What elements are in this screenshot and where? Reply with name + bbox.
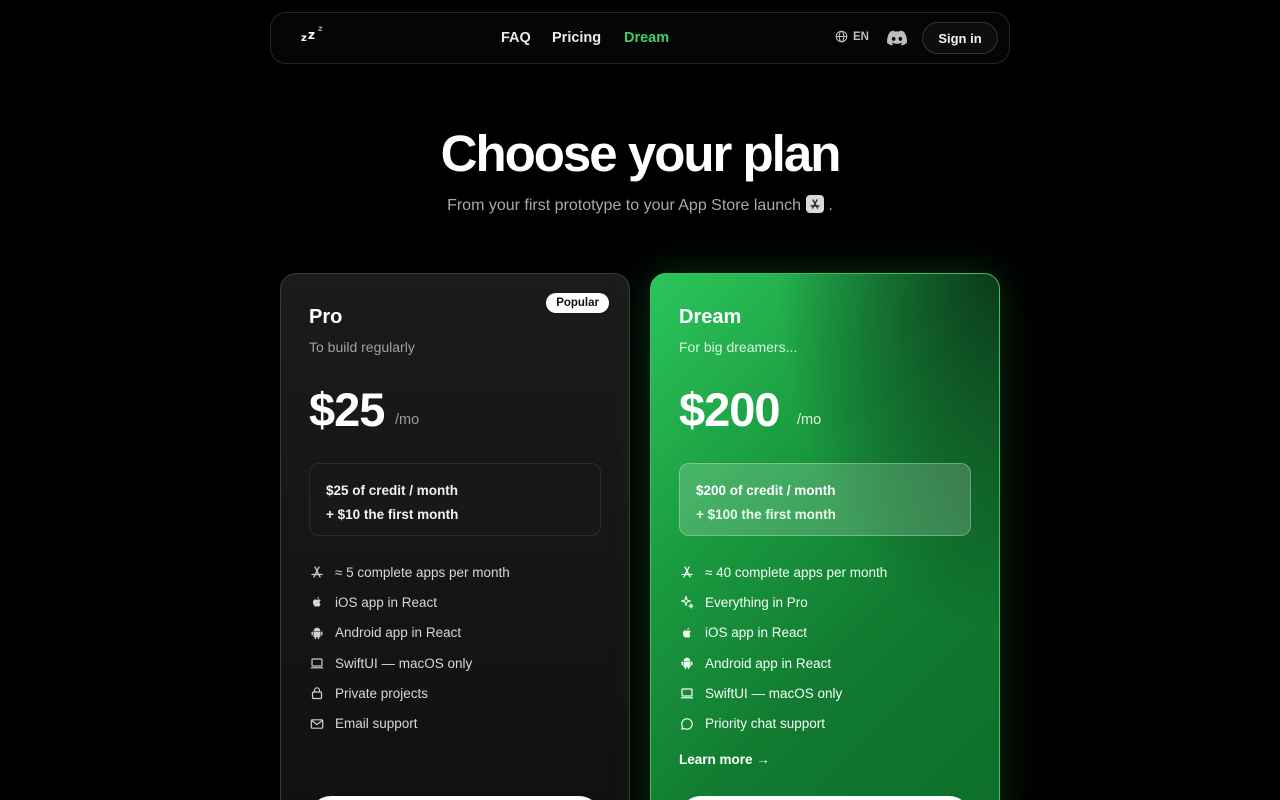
plan-card-dream: Dream For big dreamers... $200 /mo $200 … <box>650 273 1000 800</box>
credit-line-1: $25 of credit / month <box>326 483 459 498</box>
feature-text: Android app in React <box>335 625 462 641</box>
feature-list: ≈ 40 complete apps per month Everything … <box>679 557 887 739</box>
subtitle-end: . <box>828 197 833 214</box>
feature-list: ≈ 5 complete apps per month iOS app in R… <box>309 557 510 739</box>
plan-price: $200 <box>679 383 781 436</box>
dream-cta-button[interactable] <box>679 796 971 800</box>
feature-text: Android app in React <box>705 655 832 671</box>
pro-cta-button[interactable] <box>309 796 601 800</box>
feature-item: Android app in React <box>309 618 510 648</box>
popular-badge: Popular <box>546 293 609 313</box>
zzz-logo-icon[interactable]: zzz <box>299 25 329 47</box>
pricing-page: zzz FAQ Pricing Dream EN Sign in Choose … <box>0 0 1280 800</box>
plan-name: Dream <box>679 306 742 328</box>
feature-item: Everything in Pro <box>679 587 887 617</box>
feature-item: SwiftUI — macOS only <box>309 648 510 678</box>
feature-item: ≈ 40 complete apps per month <box>679 557 887 587</box>
credit-line-1: $200 of credit / month <box>696 483 836 498</box>
plan-price: $25 <box>309 383 385 436</box>
android-icon <box>679 655 695 671</box>
feature-text: ≈ 5 complete apps per month <box>335 564 510 580</box>
page-subtitle: From your first prototype to your App St… <box>0 195 1280 215</box>
page-title: Choose your plan <box>440 125 842 182</box>
laptop-icon <box>679 685 695 701</box>
feature-text: Private projects <box>335 685 429 701</box>
credit-line-2: + $100 the first month <box>696 507 836 522</box>
plan-tagline: For big dreamers... <box>679 339 798 355</box>
learn-more-link[interactable]: Learn more → <box>679 752 770 767</box>
sign-in-button[interactable]: Sign in <box>922 22 998 54</box>
nav-link-dream[interactable]: Dream <box>624 30 669 46</box>
lock-icon <box>309 685 325 701</box>
android-icon <box>309 625 325 641</box>
chat-icon <box>679 716 695 732</box>
top-navbar: zzz FAQ Pricing Dream EN Sign in <box>270 12 1010 64</box>
feature-text: iOS app in React <box>335 594 438 610</box>
nav-link-faq[interactable]: FAQ <box>501 30 531 46</box>
price-period: /mo <box>395 412 420 428</box>
price-period: /mo <box>797 412 822 428</box>
plan-tagline: To build regularly <box>309 339 415 355</box>
feature-text: Priority chat support <box>705 716 826 732</box>
apple-icon <box>309 594 325 610</box>
plan-name: Pro <box>309 306 343 328</box>
app-store-icon <box>309 564 325 580</box>
feature-item: Private projects <box>309 678 510 708</box>
language-label: EN <box>853 30 869 43</box>
feature-item: iOS app in React <box>309 587 510 617</box>
feature-text: SwiftUI — macOS only <box>705 685 843 701</box>
plan-card-pro: Popular Pro To build regularly $25 /mo $… <box>280 273 630 800</box>
app-store-badge-icon <box>806 195 825 213</box>
language-selector[interactable]: EN <box>835 30 869 43</box>
feature-text: SwiftUI — macOS only <box>335 655 473 671</box>
laptop-icon <box>309 655 325 671</box>
feature-item: iOS app in React <box>679 618 887 648</box>
feature-item: ≈ 5 complete apps per month <box>309 557 510 587</box>
globe-icon <box>835 30 848 43</box>
credit-line-2: + $10 the first month <box>326 507 459 522</box>
app-store-icon <box>679 564 695 580</box>
feature-item: Email support <box>309 708 510 738</box>
nav-link-pricing[interactable]: Pricing <box>552 30 601 46</box>
feature-item: SwiftUI — macOS only <box>679 678 887 708</box>
discord-icon[interactable] <box>887 29 907 47</box>
apple-icon <box>679 625 695 641</box>
subtitle-text: From your first prototype to your App St… <box>447 197 802 214</box>
feature-text: ≈ 40 complete apps per month <box>705 564 888 580</box>
credit-box: $200 of credit / month + $100 the first … <box>679 463 971 536</box>
mail-icon <box>309 716 325 732</box>
feature-item: Priority chat support <box>679 708 887 738</box>
feature-text: Everything in Pro <box>705 594 808 610</box>
credit-box: $25 of credit / month + $10 the first mo… <box>309 463 601 536</box>
feature-text: iOS app in React <box>705 625 808 641</box>
sparkles-icon <box>679 594 695 610</box>
feature-text: Email support <box>335 716 418 732</box>
feature-item: Android app in React <box>679 648 887 678</box>
